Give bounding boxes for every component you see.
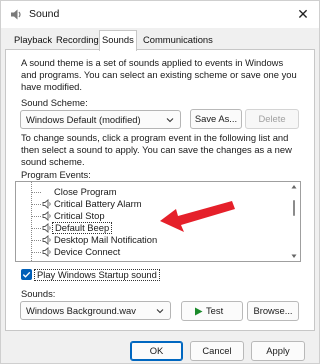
chevron-down-icon (156, 309, 164, 314)
sound-file-value: Windows Background.wav (26, 305, 136, 316)
list-item[interactable]: Device Connect (16, 246, 286, 258)
close-icon: ✕ (297, 6, 309, 22)
list-item-label: Critical Battery Alarm (54, 198, 142, 209)
list-item[interactable]: Close Program (16, 186, 286, 198)
sound-file-select[interactable]: Windows Background.wav (20, 301, 171, 320)
speaker-icon (42, 211, 51, 221)
startup-sound-checkbox[interactable] (21, 269, 32, 280)
tab-communications[interactable]: Communications (141, 32, 215, 48)
test-button-label: Test (206, 305, 224, 316)
scroll-up-arrow-icon[interactable] (291, 184, 297, 189)
program-events-label: Program Events: (21, 169, 91, 180)
list-item[interactable]: Desktop Mail Notification (16, 234, 286, 246)
list-item-label: Critical Stop (54, 210, 105, 221)
list-scrollbar[interactable] (290, 184, 298, 259)
browse-button[interactable]: Browse... (247, 301, 299, 321)
program-events-list[interactable]: Close Program Critical Battery Alarm Cri… (15, 181, 301, 262)
list-item-label: Default Beep (52, 222, 113, 234)
list-item-label: Desktop Mail Notification (54, 234, 158, 245)
title-bar: Sound ✕ (1, 1, 319, 28)
scroll-down-arrow-icon[interactable] (291, 254, 297, 259)
change-line-2: then select a sound to apply. You can sa… (21, 144, 292, 155)
speaker-icon (42, 199, 51, 209)
list-item[interactable]: Critical Battery Alarm (16, 198, 286, 210)
intro-line-1: A sound theme is a set of sounds applied… (21, 57, 284, 68)
delete-button[interactable]: Delete (245, 109, 299, 129)
tab-sounds[interactable]: Sounds (99, 30, 137, 51)
sound-scheme-value: Windows Default (modified) (26, 114, 141, 125)
speaker-icon (42, 223, 51, 233)
list-item-label: Close Program (54, 186, 117, 197)
change-line-1: To change sounds, click a program event … (21, 132, 289, 143)
save-as-button[interactable]: Save As... (190, 109, 242, 129)
speaker-icon (42, 247, 51, 257)
list-item-selected[interactable]: Default Beep (16, 222, 286, 234)
window-title: Sound (29, 8, 60, 20)
close-button[interactable]: ✕ (289, 3, 317, 25)
intro-line-2: and programs. You can select an existing… (21, 69, 297, 80)
startup-sound-label[interactable]: Play Windows Startup sound (34, 269, 160, 281)
checkmark-icon (22, 271, 31, 278)
ok-button[interactable]: OK (130, 341, 183, 361)
tab-recording[interactable]: Recording (54, 32, 101, 48)
tab-playback[interactable]: Playback (12, 32, 54, 48)
list-item[interactable]: Critical Stop (16, 210, 286, 222)
intro-line-3: have modified. (21, 81, 82, 92)
change-line-3: sound scheme. (21, 156, 85, 167)
scroll-thumb[interactable] (293, 200, 295, 216)
speaker-icon (42, 235, 51, 245)
sound-dialog: Sound ✕ Playback Recording Sounds Commun… (0, 0, 320, 364)
sounds-label: Sounds: (21, 288, 56, 299)
speaker-app-icon (11, 9, 21, 20)
cancel-button[interactable]: Cancel (190, 341, 244, 361)
test-button[interactable]: Test (181, 301, 243, 321)
sound-scheme-label: Sound Scheme: (21, 97, 88, 108)
sound-scheme-select[interactable]: Windows Default (modified) (20, 110, 181, 129)
play-icon (195, 307, 203, 316)
chevron-down-icon (166, 118, 174, 123)
apply-button[interactable]: Apply (251, 341, 305, 361)
list-item-label: Device Connect (54, 246, 121, 257)
